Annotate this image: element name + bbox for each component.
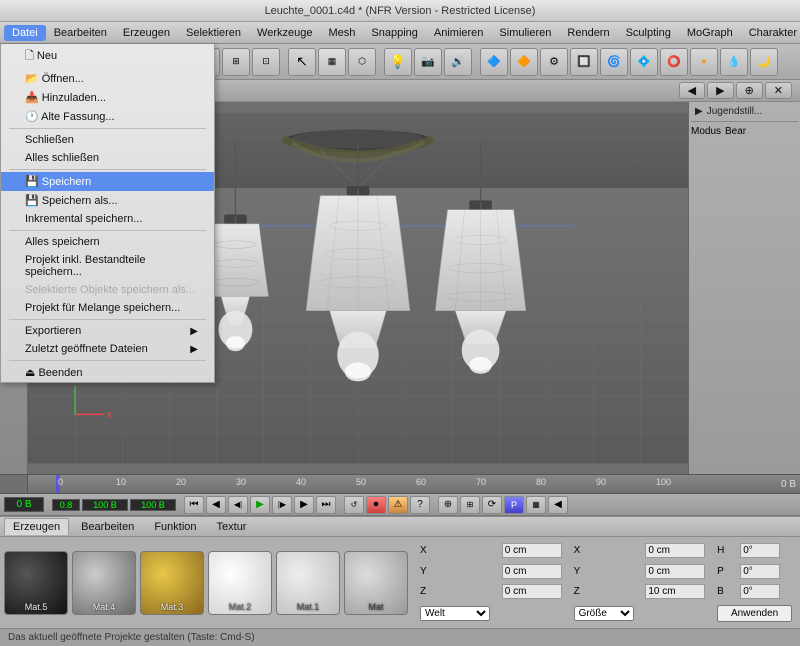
menu-item-alte-fassung[interactable]: 🕐 Alte Fassung... <box>1 107 214 126</box>
menu-item-selektierte-speichern: Selektierte Objekte speichern als... <box>1 281 214 299</box>
file-menu-dropdown: 🗋 Neu 📂 Öffnen... 📥 Hinzuladen... 🕐 Alte… <box>0 44 215 383</box>
coord-size-select[interactable]: Größe <box>574 606 634 621</box>
menu-item-speichern[interactable]: 💾 Speichern <box>1 172 214 191</box>
sep-4 <box>9 319 206 320</box>
dropdown-overlay: 🗋 Neu 📂 Öffnen... 📥 Hinzuladen... 🕐 Alte… <box>0 0 800 600</box>
menu-item-hinzuladen[interactable]: 📥 Hinzuladen... <box>1 88 214 107</box>
mat5-label: Mat.5 <box>25 602 48 612</box>
mat2-label: Mat.2 <box>229 602 252 612</box>
mat1-label: Mat.1 <box>297 602 320 612</box>
status-bar: Das aktuell geöffnete Projekte gestalten… <box>0 628 800 646</box>
mat-label: Mat <box>368 602 383 612</box>
menu-item-alles-schliessen[interactable]: Alles schließen <box>1 149 214 167</box>
menu-item-neu[interactable]: 🗋 Neu <box>1 44 214 69</box>
menu-item-projekt-speichern[interactable]: Projekt inkl. Bestandteile speichern... <box>1 251 214 281</box>
coord-system-select[interactable]: Welt Objekt <box>420 606 490 621</box>
coord-apply-button[interactable]: Anwenden <box>717 605 792 622</box>
menu-item-oeffnen[interactable]: 📂 Öffnen... <box>1 69 214 88</box>
menu-item-schliessen[interactable]: Schließen <box>1 131 214 149</box>
sep-5 <box>9 360 206 361</box>
mat4-label: Mat.4 <box>93 602 116 612</box>
mat3-label: Mat.3 <box>161 602 184 612</box>
menu-item-inkremental[interactable]: Inkremental speichern... <box>1 210 214 228</box>
sep-2 <box>9 169 206 170</box>
menu-item-exportieren[interactable]: Exportieren▶ <box>1 322 214 340</box>
menu-item-beenden[interactable]: ⏏ Beenden <box>1 363 214 382</box>
menu-item-alles-speichern[interactable]: Alles speichern <box>1 233 214 251</box>
menu-item-speichern-als[interactable]: 💾 Speichern als... <box>1 191 214 210</box>
status-text: Das aktuell geöffnete Projekte gestalten… <box>8 632 255 643</box>
sep-3 <box>9 230 206 231</box>
sep-1 <box>9 128 206 129</box>
menu-item-melange[interactable]: Projekt für Melange speichern... <box>1 299 214 317</box>
menu-item-zuletzt[interactable]: Zuletzt geöffnete Dateien▶ <box>1 340 214 358</box>
